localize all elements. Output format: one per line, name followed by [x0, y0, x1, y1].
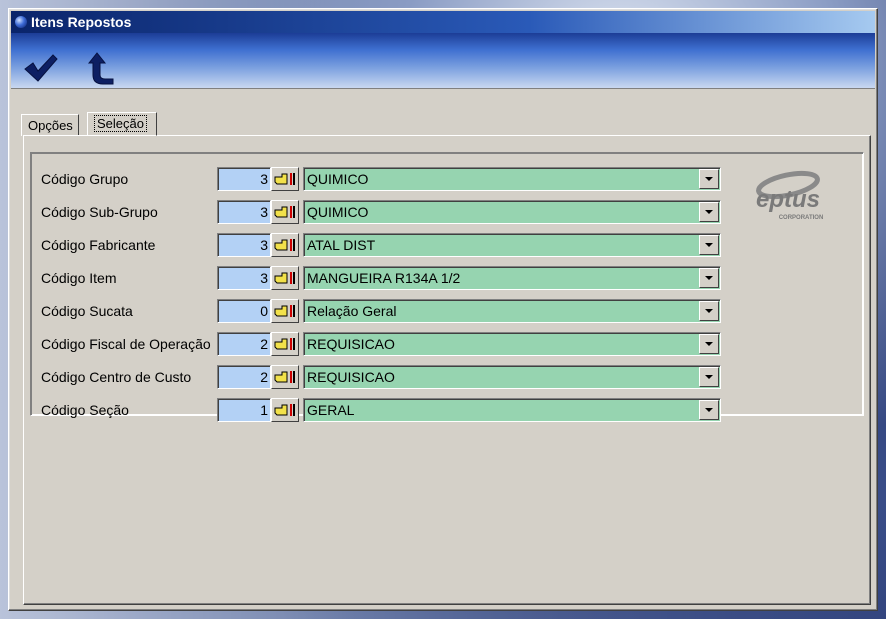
field-row-grupo: Código Grupo 3 QUIMICO	[31, 167, 731, 193]
lookup-button[interactable]	[271, 200, 299, 224]
field-row-fiscal-operacao: Código Fiscal de Operação 2 REQUISICAO	[31, 332, 731, 358]
combo-value: GERAL	[307, 402, 355, 418]
chevron-down-icon	[705, 408, 713, 412]
field-label: Código Sucata	[41, 303, 133, 319]
tab-selecao-label: Seleção	[94, 115, 147, 132]
selection-group: Código Grupo 3 QUIMICO Código Sub-Grupo …	[30, 152, 864, 422]
logo-brand: eptus	[756, 186, 820, 213]
combo-subgrupo[interactable]: QUIMICO	[303, 200, 721, 224]
window-icon	[15, 16, 27, 28]
field-row-fabricante: Código Fabricante 3 ATAL DIST	[31, 233, 731, 259]
dropdown-button[interactable]	[699, 235, 719, 255]
pointing-hand-icon	[274, 272, 295, 284]
logo-tagline: CORPORATION	[779, 215, 824, 221]
code-input-sucata[interactable]: 0	[217, 299, 271, 323]
code-input-subgrupo[interactable]: 3	[217, 200, 271, 224]
combo-secao[interactable]: GERAL	[303, 398, 721, 422]
field-label: Código Seção	[41, 402, 129, 418]
field-label: Código Grupo	[41, 171, 129, 187]
combo-fiscal-operacao[interactable]: REQUISICAO	[303, 332, 721, 356]
code-input-grupo[interactable]: 3	[217, 167, 271, 191]
code-input-secao[interactable]: 1	[217, 398, 271, 422]
pointing-hand-icon	[274, 173, 295, 185]
selecao-panel: Código Grupo 3 QUIMICO Código Sub-Grupo …	[23, 135, 871, 605]
field-label: Código Sub-Grupo	[41, 204, 158, 220]
pointing-hand-icon	[274, 371, 295, 383]
combo-grupo[interactable]: QUIMICO	[303, 167, 721, 191]
combo-value: Relação Geral	[307, 303, 397, 319]
tab-opcoes[interactable]: Opções	[21, 114, 79, 136]
eptus-logo: eptus CORPORATION	[756, 170, 824, 221]
lookup-button[interactable]	[271, 365, 299, 389]
checkmark-icon	[24, 54, 58, 82]
field-row-centro-custo: Código Centro de Custo 2 REQUISICAO	[31, 365, 731, 391]
chevron-down-icon	[705, 342, 713, 346]
chevron-down-icon	[705, 243, 713, 247]
lookup-button[interactable]	[271, 299, 299, 323]
combo-value: QUIMICO	[307, 204, 369, 220]
field-label: Código Centro de Custo	[41, 369, 192, 385]
combo-value: REQUISICAO	[307, 369, 395, 385]
code-input-fiscal-operacao[interactable]: 2	[217, 332, 271, 356]
chevron-down-icon	[705, 210, 713, 214]
dropdown-button[interactable]	[699, 367, 719, 387]
pointing-hand-icon	[274, 338, 295, 350]
chevron-down-icon	[705, 375, 713, 379]
dropdown-button[interactable]	[699, 301, 719, 321]
field-row-item: Código Item 3 MANGUEIRA R134A 1/2	[31, 266, 731, 292]
field-row-subgrupo: Código Sub-Grupo 3 QUIMICO	[31, 200, 731, 226]
window-title: Itens Repostos	[31, 14, 132, 30]
chevron-down-icon	[705, 309, 713, 313]
return-arrow-icon	[87, 52, 114, 85]
toolbar	[11, 33, 875, 89]
pointing-hand-icon	[274, 239, 295, 251]
combo-item[interactable]: MANGUEIRA R134A 1/2	[303, 266, 721, 290]
dropdown-button[interactable]	[699, 169, 719, 189]
field-label: Código Fiscal de Operação	[41, 336, 211, 352]
tab-selecao[interactable]: Seleção	[87, 112, 157, 136]
combo-value: REQUISICAO	[307, 336, 395, 352]
field-label: Código Item	[41, 270, 117, 286]
combo-fabricante[interactable]: ATAL DIST	[303, 233, 721, 257]
field-label: Código Fabricante	[41, 237, 156, 253]
dropdown-button[interactable]	[699, 268, 719, 288]
combo-value: QUIMICO	[307, 171, 369, 187]
lookup-button[interactable]	[271, 332, 299, 356]
dropdown-button[interactable]	[699, 400, 719, 420]
lookup-button[interactable]	[271, 398, 299, 422]
title-bar[interactable]: Itens Repostos	[11, 11, 875, 33]
lookup-button[interactable]	[271, 233, 299, 257]
chevron-down-icon	[705, 276, 713, 280]
field-row-sucata: Código Sucata 0 Relação Geral	[31, 299, 731, 325]
code-input-fabricante[interactable]: 3	[217, 233, 271, 257]
lookup-button[interactable]	[271, 167, 299, 191]
combo-value: MANGUEIRA R134A 1/2	[307, 270, 461, 286]
tab-opcoes-label: Opções	[28, 118, 73, 133]
dropdown-button[interactable]	[699, 334, 719, 354]
pointing-hand-icon	[274, 305, 295, 317]
combo-sucata[interactable]: Relação Geral	[303, 299, 721, 323]
code-input-centro-custo[interactable]: 2	[217, 365, 271, 389]
dialog-body: Opções Seleção Código Grupo 3 QUIMICO Có…	[11, 90, 875, 608]
combo-value: ATAL DIST	[307, 237, 376, 253]
pointing-hand-icon	[274, 206, 295, 218]
itens-repostos-window: Itens Repostos Opções Seleção Código Gru…	[8, 8, 878, 611]
pointing-hand-icon	[274, 404, 295, 416]
chevron-down-icon	[705, 177, 713, 181]
return-button[interactable]	[81, 51, 117, 85]
combo-centro-custo[interactable]: REQUISICAO	[303, 365, 721, 389]
lookup-button[interactable]	[271, 266, 299, 290]
field-row-secao: Código Seção 1 GERAL	[31, 398, 731, 424]
code-input-item[interactable]: 3	[217, 266, 271, 290]
dropdown-button[interactable]	[699, 202, 719, 222]
confirm-button[interactable]	[23, 51, 59, 85]
